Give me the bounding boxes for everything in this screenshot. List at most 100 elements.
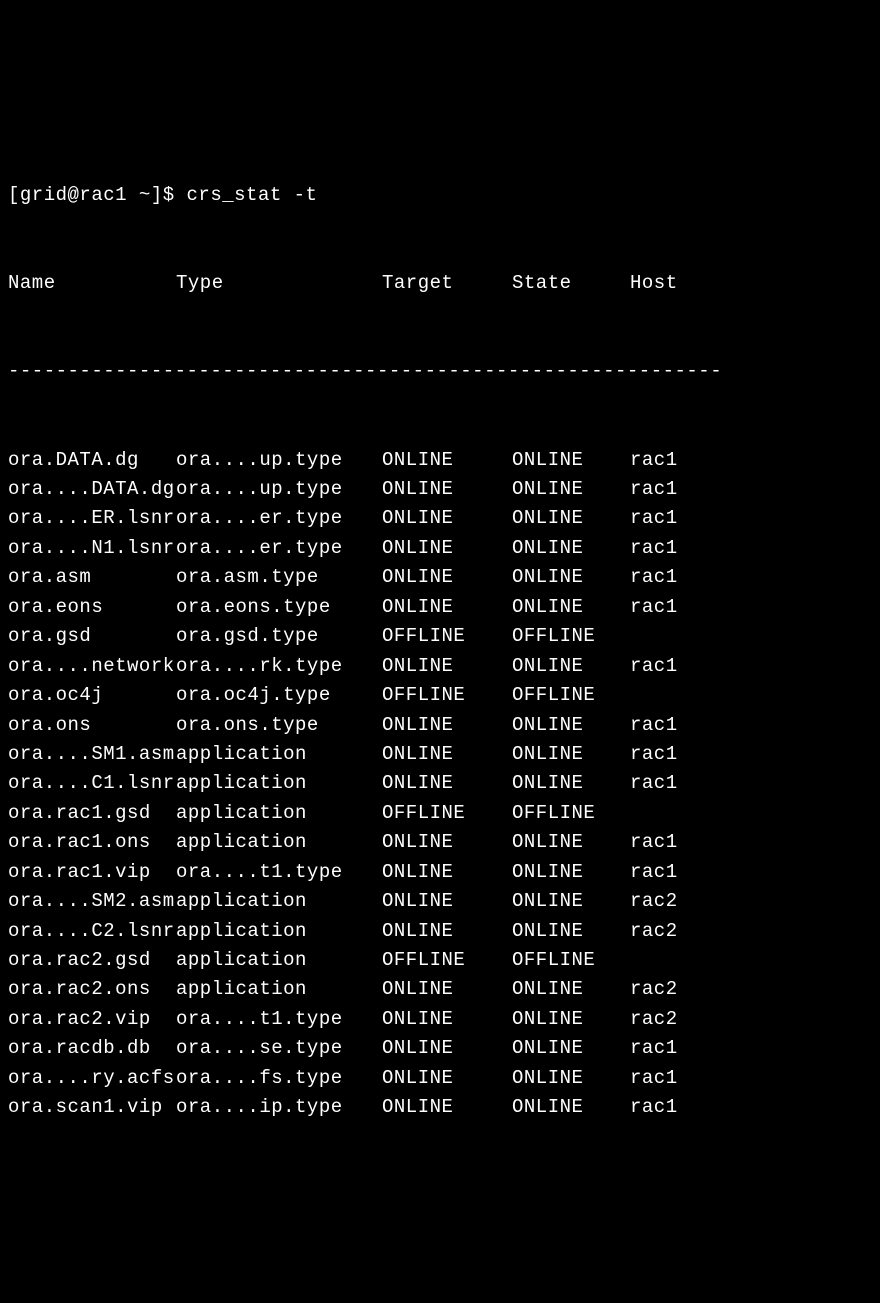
cell-type: application xyxy=(176,799,382,828)
cell-name: ora....SM2.asm xyxy=(8,887,176,916)
cell-target: ONLINE xyxy=(382,504,512,533)
cell-state: ONLINE xyxy=(512,475,630,504)
cell-type: ora.asm.type xyxy=(176,563,382,592)
cell-type: application xyxy=(176,740,382,769)
cell-name: ora.rac2.ons xyxy=(8,975,176,1004)
table-header-row: NameTypeTargetStateHost xyxy=(8,269,880,298)
cell-host: rac1 xyxy=(630,593,678,622)
cell-target: ONLINE xyxy=(382,563,512,592)
cell-target: ONLINE xyxy=(382,975,512,1004)
cell-type: ora....up.type xyxy=(176,475,382,504)
cell-state: ONLINE xyxy=(512,504,630,533)
cell-name: ora.rac1.ons xyxy=(8,828,176,857)
cell-state: ONLINE xyxy=(512,563,630,592)
cell-type: ora.ons.type xyxy=(176,711,382,740)
table-row: ora.eonsora.eons.typeONLINEONLINErac1 xyxy=(8,593,880,622)
cell-type: ora....fs.type xyxy=(176,1064,382,1093)
cell-target: ONLINE xyxy=(382,475,512,504)
cell-host: rac1 xyxy=(630,858,678,887)
cell-state: ONLINE xyxy=(512,858,630,887)
table-row: ora.rac2.gsdapplicationOFFLINEOFFLINE xyxy=(8,946,880,975)
table-body: ora.DATA.dgora....up.typeONLINEONLINErac… xyxy=(8,446,880,1123)
cell-target: ONLINE xyxy=(382,887,512,916)
table-row: ora....C1.lsnrapplicationONLINEONLINErac… xyxy=(8,769,880,798)
cell-target: ONLINE xyxy=(382,711,512,740)
cell-target: ONLINE xyxy=(382,1005,512,1034)
cell-type: ora....se.type xyxy=(176,1034,382,1063)
cell-target: ONLINE xyxy=(382,917,512,946)
table-row: ora.rac1.gsdapplicationOFFLINEOFFLINE xyxy=(8,799,880,828)
cell-type: ora....up.type xyxy=(176,446,382,475)
cell-name: ora....C2.lsnr xyxy=(8,917,176,946)
cell-state: ONLINE xyxy=(512,975,630,1004)
table-row: ora....ER.lsnrora....er.typeONLINEONLINE… xyxy=(8,504,880,533)
cell-type: application xyxy=(176,769,382,798)
terminal-window[interactable]: [grid@rac1 ~]$ crs_stat -t NameTypeTarge… xyxy=(8,122,880,1152)
table-row: ora.oc4jora.oc4j.typeOFFLINEOFFLINE xyxy=(8,681,880,710)
cell-type: application xyxy=(176,828,382,857)
cell-host: rac1 xyxy=(630,534,678,563)
cell-target: ONLINE xyxy=(382,769,512,798)
cell-name: ora.ons xyxy=(8,711,176,740)
cell-name: ora....network xyxy=(8,652,176,681)
cell-host: rac2 xyxy=(630,917,678,946)
cell-name: ora.rac1.vip xyxy=(8,858,176,887)
cell-target: OFFLINE xyxy=(382,946,512,975)
cell-name: ora.eons xyxy=(8,593,176,622)
header-type: Type xyxy=(176,269,382,298)
cell-state: OFFLINE xyxy=(512,799,630,828)
shell-prompt: [grid@rac1 ~]$ crs_stat -t xyxy=(8,181,880,210)
cell-target: ONLINE xyxy=(382,858,512,887)
cell-target: ONLINE xyxy=(382,1064,512,1093)
cell-state: OFFLINE xyxy=(512,681,630,710)
cell-target: OFFLINE xyxy=(382,681,512,710)
cell-target: ONLINE xyxy=(382,1093,512,1122)
cell-state: ONLINE xyxy=(512,534,630,563)
header-state: State xyxy=(512,269,630,298)
cell-target: ONLINE xyxy=(382,828,512,857)
divider-line: ----------------------------------------… xyxy=(8,357,880,386)
table-row: ora.racdb.dbora....se.typeONLINEONLINEra… xyxy=(8,1034,880,1063)
cell-state: ONLINE xyxy=(512,740,630,769)
cell-state: ONLINE xyxy=(512,887,630,916)
header-name: Name xyxy=(8,269,176,298)
cell-host: rac1 xyxy=(630,504,678,533)
cell-host: rac2 xyxy=(630,887,678,916)
table-row: ora.gsdora.gsd.typeOFFLINEOFFLINE xyxy=(8,622,880,651)
cell-name: ora....ry.acfs xyxy=(8,1064,176,1093)
cell-state: ONLINE xyxy=(512,769,630,798)
cell-state: ONLINE xyxy=(512,1005,630,1034)
table-row: ora.rac1.onsapplicationONLINEONLINErac1 xyxy=(8,828,880,857)
cell-state: ONLINE xyxy=(512,1064,630,1093)
table-row: ora.DATA.dgora....up.typeONLINEONLINErac… xyxy=(8,446,880,475)
table-row: ora.rac2.onsapplicationONLINEONLINErac2 xyxy=(8,975,880,1004)
cell-state: OFFLINE xyxy=(512,622,630,651)
cell-name: ora....N1.lsnr xyxy=(8,534,176,563)
cell-type: ora....er.type xyxy=(176,534,382,563)
table-row: ora....SM2.asmapplicationONLINEONLINErac… xyxy=(8,887,880,916)
cell-name: ora....SM1.asm xyxy=(8,740,176,769)
cell-target: ONLINE xyxy=(382,1034,512,1063)
cell-type: application xyxy=(176,946,382,975)
table-row: ora....C2.lsnrapplicationONLINEONLINErac… xyxy=(8,917,880,946)
cell-host: rac1 xyxy=(630,1064,678,1093)
cell-state: ONLINE xyxy=(512,593,630,622)
cell-name: ora.rac2.gsd xyxy=(8,946,176,975)
cell-host: rac1 xyxy=(630,446,678,475)
cell-type: application xyxy=(176,917,382,946)
cell-name: ora....C1.lsnr xyxy=(8,769,176,798)
cell-host: rac1 xyxy=(630,1093,678,1122)
cell-type: ora....t1.type xyxy=(176,858,382,887)
cell-name: ora.asm xyxy=(8,563,176,592)
cell-state: ONLINE xyxy=(512,652,630,681)
cell-state: ONLINE xyxy=(512,1034,630,1063)
table-row: ora.rac1.vipora....t1.typeONLINEONLINEra… xyxy=(8,858,880,887)
cell-target: ONLINE xyxy=(382,652,512,681)
cell-target: ONLINE xyxy=(382,740,512,769)
cell-type: ora....ip.type xyxy=(176,1093,382,1122)
cell-type: ora.gsd.type xyxy=(176,622,382,651)
table-row: ora.rac2.vipora....t1.typeONLINEONLINEra… xyxy=(8,1005,880,1034)
header-target: Target xyxy=(382,269,512,298)
table-row: ora....SM1.asmapplicationONLINEONLINErac… xyxy=(8,740,880,769)
cell-state: ONLINE xyxy=(512,1093,630,1122)
